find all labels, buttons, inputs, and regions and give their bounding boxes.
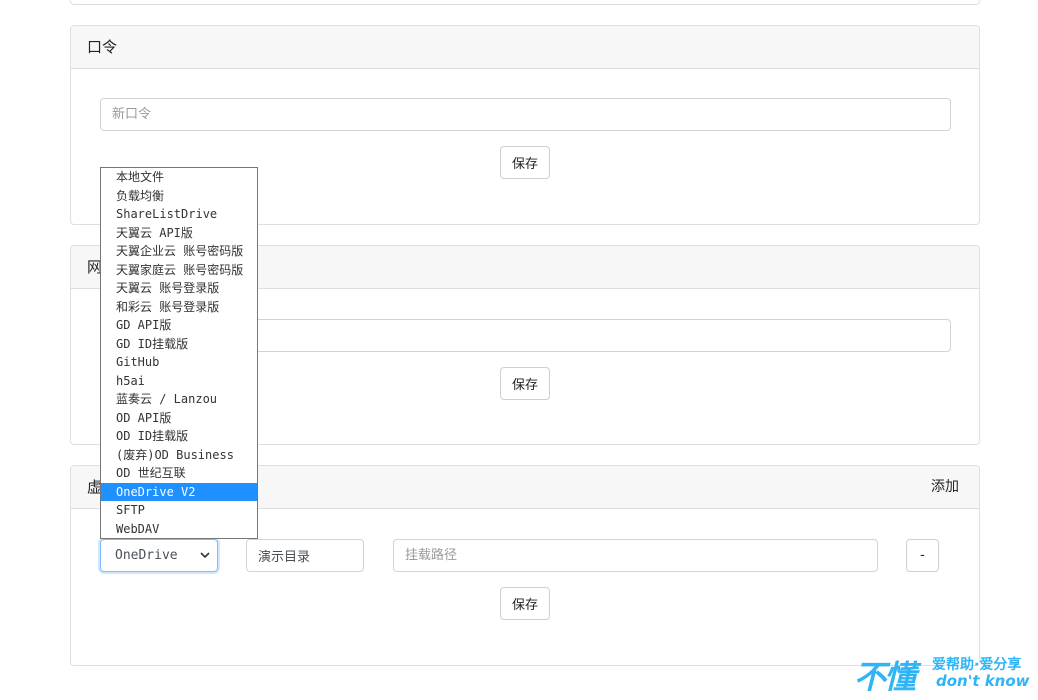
drive-option[interactable]: ShareListDrive xyxy=(101,205,257,224)
drive-type-dropdown: 本地文件 负载均衡 ShareListDrive 天翼云 API版 天翼企业云 账号密码… xyxy=(100,167,258,539)
network-save-button[interactable]: 保存 xyxy=(500,367,551,400)
drive-option[interactable]: 负载均衡 xyxy=(101,187,257,206)
top-partial-card xyxy=(70,0,980,5)
add-mount-button[interactable]: 添加 xyxy=(931,466,959,508)
drive-type-select-value: OneDrive xyxy=(115,548,178,563)
drive-option[interactable]: OD API版 xyxy=(101,409,257,428)
drive-option[interactable]: 天翼企业云 账号密码版 xyxy=(101,242,257,261)
watermark-tagline: don't know xyxy=(936,672,1030,690)
drive-option[interactable]: 和彩云 账号登录版 xyxy=(101,298,257,317)
password-card-header: 口令 xyxy=(71,26,979,69)
drive-option[interactable]: GitHub xyxy=(101,353,257,372)
watermark-slogan: 爱帮助·爱分享 xyxy=(932,657,1022,673)
site-watermark-logo: 不懂 爱帮助·爱分享 don't know xyxy=(854,654,1030,696)
chevron-down-icon xyxy=(200,540,210,584)
virtual-dir-save-button[interactable]: 保存 xyxy=(500,587,551,620)
drive-option[interactable]: 蓝奏云 / Lanzou xyxy=(101,390,257,409)
drive-option[interactable]: OneDrive V2 xyxy=(101,482,257,501)
drive-option[interactable]: OD ID挂载版 xyxy=(101,427,257,446)
drive-option[interactable]: GD ID挂载版 xyxy=(101,335,257,354)
mount-path-input[interactable] xyxy=(393,539,878,572)
remove-mount-button[interactable]: - xyxy=(906,539,939,572)
drive-option[interactable]: OD 世纪互联 xyxy=(101,464,257,483)
drive-option[interactable]: WebDAV xyxy=(101,520,257,539)
watermark-big-text: 不懂 xyxy=(854,658,916,696)
new-password-input[interactable] xyxy=(100,98,951,131)
password-card-title: 口令 xyxy=(87,38,118,56)
drive-option[interactable]: 本地文件 xyxy=(101,168,257,187)
drive-option[interactable]: (废弃)OD Business xyxy=(101,446,257,465)
drive-option[interactable]: 天翼云 账号登录版 xyxy=(101,279,257,298)
drive-option[interactable]: h5ai xyxy=(101,372,257,391)
drive-option[interactable]: SFTP xyxy=(101,501,257,520)
drive-option[interactable]: GD API版 xyxy=(101,316,257,335)
drive-option[interactable]: 天翼云 API版 xyxy=(101,224,257,243)
demo-dir-input[interactable] xyxy=(246,539,364,572)
drive-type-select[interactable]: OneDrive xyxy=(100,539,218,572)
password-save-button[interactable]: 保存 xyxy=(500,146,551,179)
drive-option[interactable]: 天翼家庭云 账号密码版 xyxy=(101,261,257,280)
